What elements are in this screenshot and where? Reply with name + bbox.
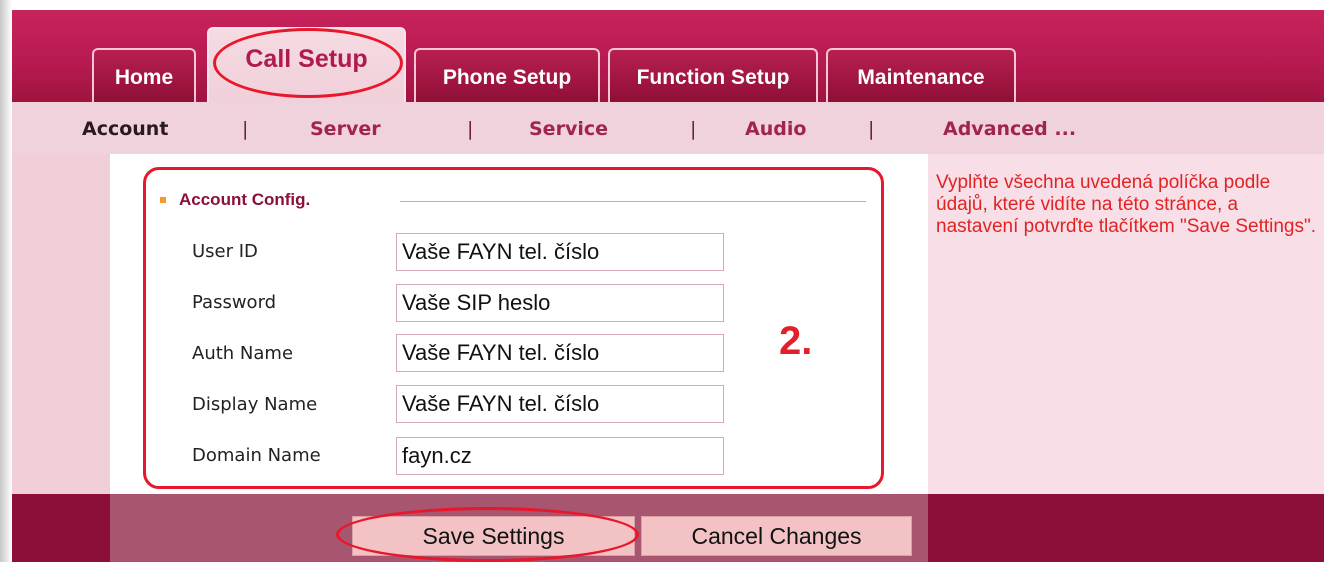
save-button[interactable]: Save Settings xyxy=(352,516,635,556)
subnav-item-audio[interactable]: Audio xyxy=(745,118,806,140)
tab-home[interactable]: Home xyxy=(92,48,196,102)
subnav-item-server[interactable]: Server xyxy=(310,118,381,140)
left-column xyxy=(12,154,110,494)
auth-name-field[interactable] xyxy=(396,334,724,372)
subnav-item-advanced[interactable]: Advanced ... xyxy=(943,118,1076,140)
section-divider xyxy=(400,201,866,202)
left-shadow xyxy=(0,0,12,562)
tab-call-setup[interactable]: Call Setup xyxy=(207,27,406,104)
display-name-label: Display Name xyxy=(192,394,318,415)
cancel-button-label: Cancel Changes xyxy=(691,522,862,549)
tab-call-setup-label: Call Setup xyxy=(245,45,368,73)
subnav-separator: | xyxy=(690,118,697,140)
domain-name-field[interactable] xyxy=(396,437,724,475)
domain-name-label: Domain Name xyxy=(192,445,321,466)
auth-name-label: Auth Name xyxy=(192,343,294,364)
tab-function-setup-label: Function Setup xyxy=(636,66,790,89)
subnav-separator: | xyxy=(467,118,474,140)
user-id-field[interactable] xyxy=(396,233,724,271)
section-title-label: Account Config. xyxy=(179,190,311,209)
subnav-bar xyxy=(12,102,1324,154)
tab-phone-setup[interactable]: Phone Setup xyxy=(414,48,600,102)
save-button-label: Save Settings xyxy=(422,522,565,549)
tab-phone-setup-label: Phone Setup xyxy=(442,66,572,89)
hint-text: Vyplňte všechna uvedená políčka podle úd… xyxy=(936,172,1317,237)
display-name-field[interactable] xyxy=(396,385,724,423)
user-id-label: User ID xyxy=(192,241,258,262)
step-number: 2. xyxy=(779,319,813,363)
subnav-separator: | xyxy=(868,118,875,140)
section-title: Account Config. xyxy=(160,190,310,210)
tab-function-setup[interactable]: Function Setup xyxy=(608,48,818,102)
tab-home-label: Home xyxy=(114,66,174,89)
tab-maintenance[interactable]: Maintenance xyxy=(826,48,1016,102)
top-gap xyxy=(0,0,1324,10)
subnav-separator: | xyxy=(242,118,249,140)
subnav-item-account[interactable]: Account xyxy=(82,118,168,140)
bullet-icon xyxy=(160,197,166,203)
password-label: Password xyxy=(192,292,277,313)
subnav-item-service[interactable]: Service xyxy=(529,118,608,140)
cancel-button[interactable]: Cancel Changes xyxy=(641,516,912,556)
tab-maintenance-label: Maintenance xyxy=(857,66,985,89)
password-field[interactable] xyxy=(396,284,724,322)
